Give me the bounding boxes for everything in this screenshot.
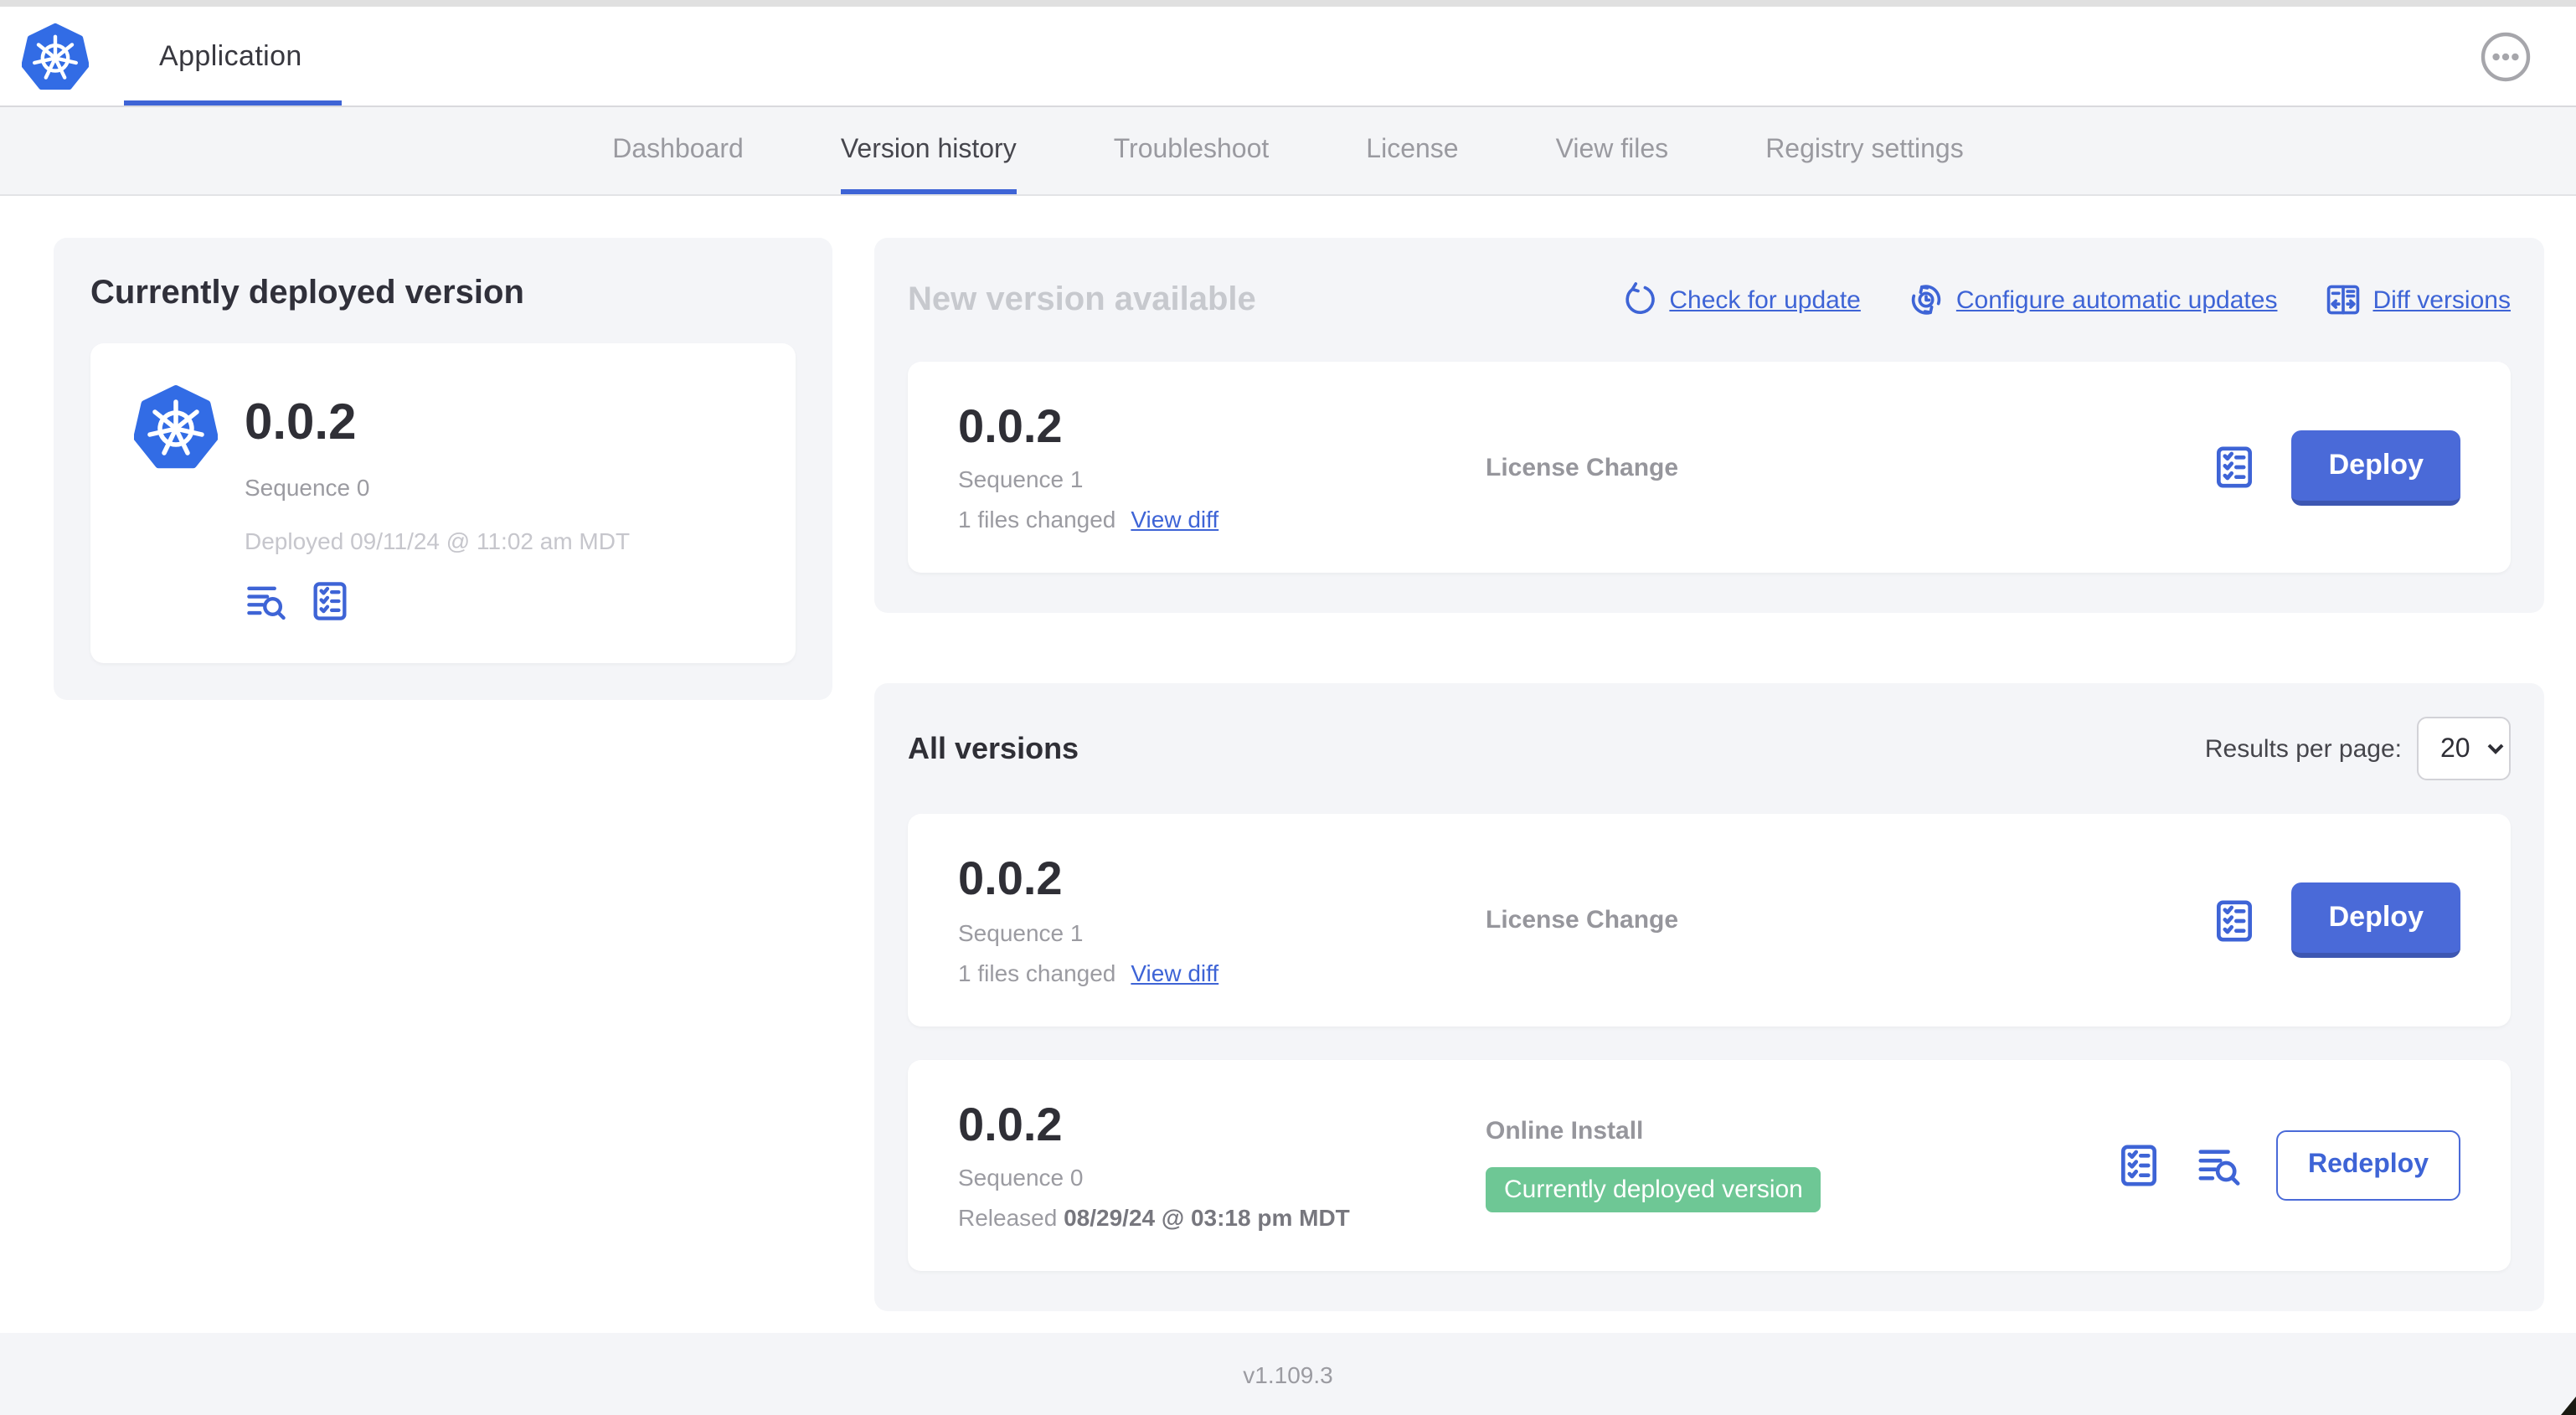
ellipsis-menu-icon[interactable] — [2479, 29, 2532, 83]
redeploy-button[interactable]: Redeploy — [2275, 1129, 2460, 1201]
diff-icon — [2326, 285, 2359, 315]
files-changed-label: 1 files changed — [958, 506, 1116, 533]
deploy-button[interactable]: Deploy — [2291, 882, 2460, 959]
nav-tab-bar: Dashboard Version history Troubleshoot L… — [0, 107, 2576, 196]
check-for-update-link[interactable]: Check for update — [1620, 281, 1861, 318]
refresh-icon — [1625, 282, 1655, 314]
diff-versions-label: Diff versions — [2372, 286, 2511, 314]
version-sequence: Sequence 1 — [958, 466, 1084, 493]
diff-versions-link[interactable]: Diff versions — [2324, 281, 2511, 318]
version-sequence: Sequence 0 — [958, 1164, 1084, 1191]
configure-automatic-updates-label: Configure automatic updates — [1955, 286, 2278, 314]
mouse-cursor-artifact — [2561, 1397, 2576, 1415]
deployed-timestamp: Deployed 09/11/24 @ 11:02 am MDT — [245, 527, 631, 553]
app-title: Application — [159, 39, 302, 71]
app-tab-active-underline — [124, 100, 343, 105]
view-diff-link[interactable]: View diff — [1131, 960, 1218, 986]
kubernetes-logo-icon — [22, 22, 89, 90]
version-row: 0.0.2 Sequence 1 1 files changed View di… — [908, 814, 2511, 1027]
tab-license[interactable]: License — [1366, 107, 1458, 194]
footer: v1.109.3 — [0, 1333, 2576, 1415]
deployed-sequence: Sequence 0 — [245, 473, 370, 500]
currently-deployed-panel: Currently deployed version 0.0.2 Sequenc… — [54, 238, 832, 699]
released-timestamp: Released 08/29/24 @ 03:18 pm MDT — [958, 1204, 1350, 1232]
new-version-section: New version available Check for update C… — [874, 238, 2544, 614]
app-tab[interactable]: Application — [124, 7, 343, 105]
preflight-checks-icon[interactable] — [2212, 897, 2259, 944]
version-source: License Change — [1486, 453, 1679, 482]
top-strip — [0, 0, 2576, 7]
tab-version-history[interactable]: Version history — [840, 107, 1017, 194]
version-number: 0.0.2 — [958, 400, 1063, 452]
tab-registry-settings[interactable]: Registry settings — [1765, 107, 1964, 194]
currently-deployed-title: Currently deployed version — [90, 275, 524, 311]
all-versions-section: All versions Results per page: 20 0.0.2 … — [874, 683, 2544, 1312]
version-source: Online Install — [1486, 1117, 1644, 1146]
new-version-row: 0.0.2 Sequence 1 1 files changed View di… — [908, 362, 2511, 574]
version-sequence: Sequence 1 — [958, 918, 1084, 946]
preflight-checks-icon[interactable] — [2115, 1142, 2162, 1189]
logs-icon[interactable] — [2196, 1142, 2243, 1189]
currently-deployed-card: 0.0.2 Sequence 0 Deployed 09/11/24 @ 11:… — [90, 343, 796, 662]
version-number: 0.0.2 — [958, 852, 1063, 905]
results-per-page-label: Results per page: — [2204, 734, 2402, 764]
version-row: 0.0.2 Sequence 0 Released 08/29/24 @ 03:… — [908, 1059, 2511, 1272]
main-content: Currently deployed version 0.0.2 Sequenc… — [54, 238, 2544, 1312]
auto-update-icon — [1911, 285, 1941, 315]
preflight-checks-icon[interactable] — [2212, 444, 2259, 491]
new-version-title: New version available — [908, 280, 1256, 317]
tab-dashboard[interactable]: Dashboard — [612, 107, 744, 194]
files-changed-label: 1 files changed — [958, 959, 1116, 986]
currently-deployed-badge: Currently deployed version — [1486, 1167, 1821, 1213]
version-number: 0.0.2 — [958, 1098, 1063, 1150]
app-header: Application — [0, 7, 2576, 107]
tab-troubleshoot[interactable]: Troubleshoot — [1114, 107, 1270, 194]
check-for-update-label: Check for update — [1669, 286, 1861, 314]
deploy-button[interactable]: Deploy — [2291, 430, 2460, 506]
configure-automatic-updates-link[interactable]: Configure automatic updates — [1908, 281, 2278, 318]
version-source: License Change — [1486, 906, 1679, 935]
all-versions-title: All versions — [908, 731, 1079, 765]
admin-console-page: Application Dashboard Version history Tr… — [0, 0, 2576, 1415]
right-column: New version available Check for update C… — [874, 238, 2544, 1312]
kubernetes-app-icon — [134, 383, 218, 469]
logs-icon[interactable] — [245, 579, 288, 622]
console-version: v1.109.3 — [1243, 1361, 1333, 1387]
preflight-checks-icon[interactable] — [308, 579, 352, 622]
deployed-version-number: 0.0.2 — [245, 395, 357, 450]
results-per-page-select[interactable]: 20 — [2417, 717, 2511, 781]
tab-view-files[interactable]: View files — [1556, 107, 1669, 194]
view-diff-link[interactable]: View diff — [1131, 507, 1218, 533]
